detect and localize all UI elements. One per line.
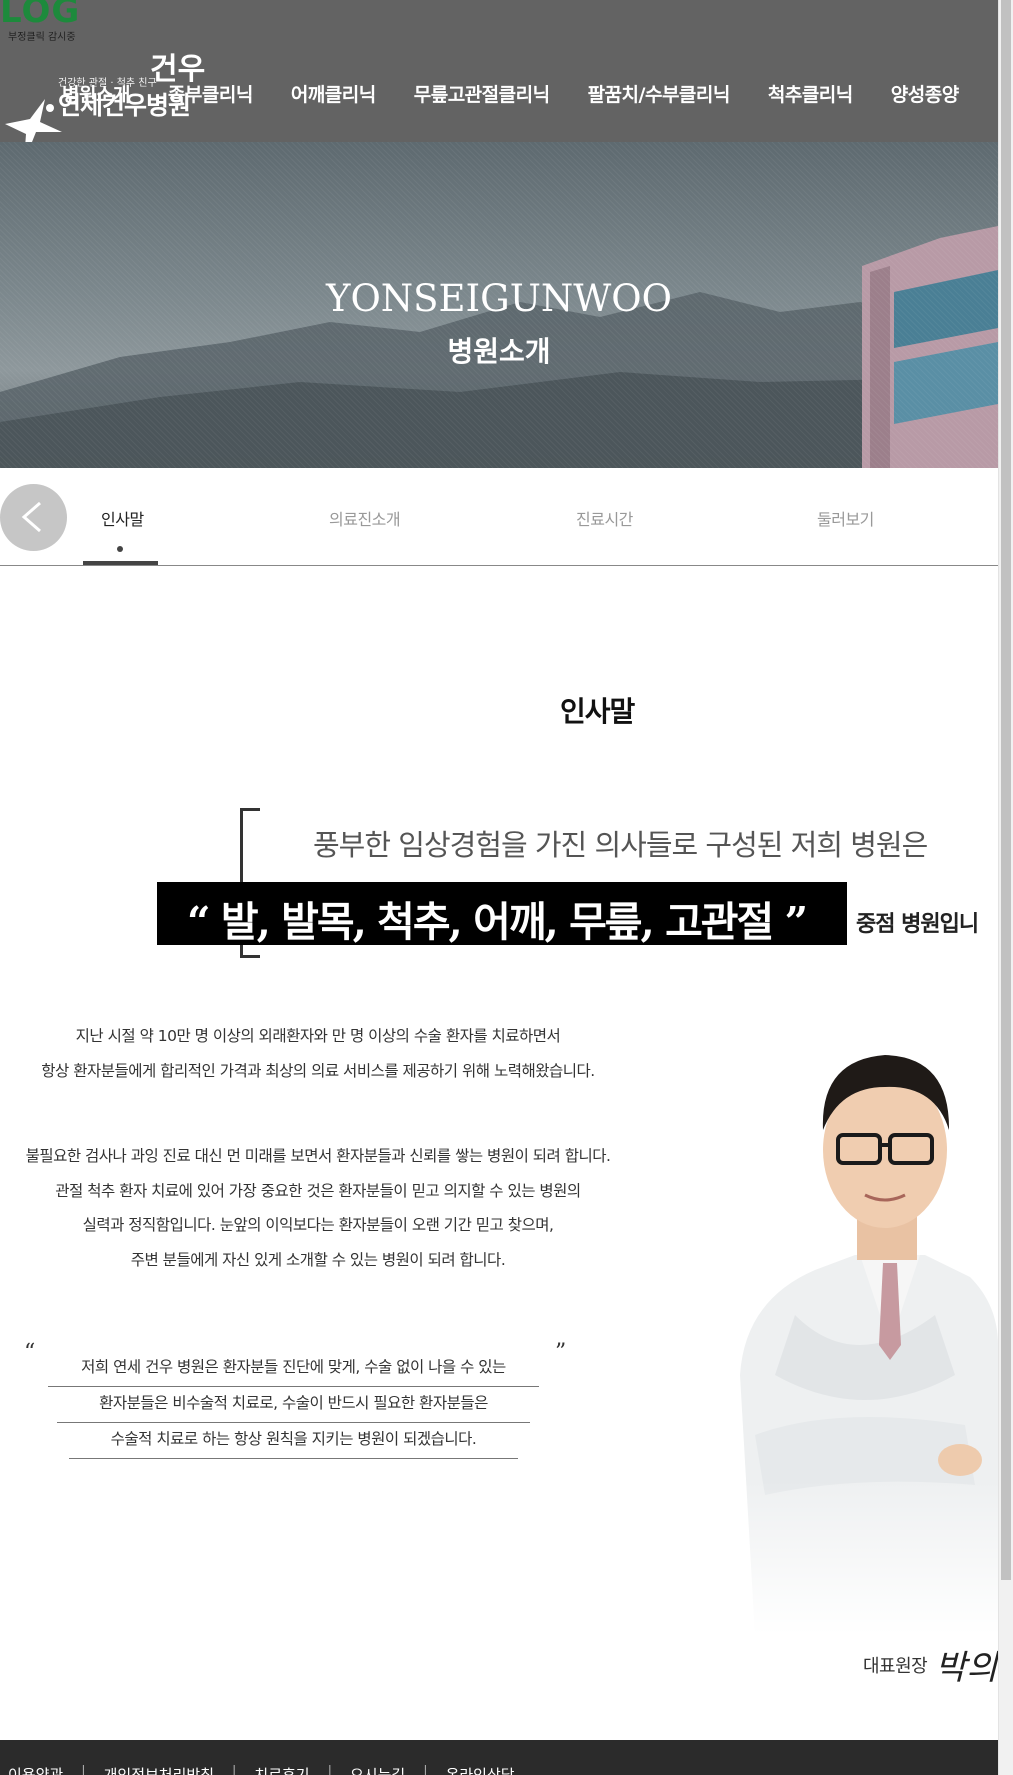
greeting-paragraph-1: 지난 시절 약 10만 명 이상의 외래환자와 만 명 이상의 수술 환자를 치… [0,1019,636,1088]
back-button[interactable] [0,484,67,551]
paragraph-line: 불필요한 검사나 과잉 진료 대신 먼 미래를 보면서 환자분들과 신뢰를 쌓는… [25,1147,611,1165]
paragraph-line: 관절 척추 환자 치료에 있어 가장 중요한 것은 환자분들이 믿고 의지할 수… [55,1181,581,1200]
tab-greeting[interactable]: 인사말 [101,506,144,530]
nav-item-foot-clinic[interactable]: 족부클리닉 [168,80,253,107]
hero-title: YONSEIGUNWOO [326,277,672,320]
footer-link-privacy[interactable]: 개인정보처리방침 [104,1764,214,1775]
paragraph-line: 항상 환자분들에게 합리적인 가격과 최상의 의료 서비스를 제공하기 위해 노… [41,1061,595,1080]
quote-highlight-text: “ 발, 발목, 척추, 어깨, 무릎, 고관절 ” [187,898,808,946]
site-header: LOG 부정클릭 감시중 건강한 관절 · 척추 친구 건우 연세건우병원 병원… [0,0,998,142]
closing-line: 저희 연세 건우 병원은 환자분들 진단에 맞게, 수술 없이 나을 수 있는 [48,1355,539,1387]
paragraph-line: 주변 분들에게 자신 있게 소개할 수 있는 병원이 되려 합니다. [130,1250,506,1269]
paragraph-line: 실력과 정직함입니다. 눈앞의 이익보다는 환자분들이 오랜 기간 믿고 찾으며… [82,1216,554,1234]
doctor-portrait [735,1015,998,1635]
nav-item-spine-clinic[interactable]: 척추클리닉 [768,80,853,107]
footer-links: 이용약관 | 개인정보처리방침 | 치료후기 | 오시는길 | 온라인상담 [8,1764,533,1775]
nav-item-shoulder-clinic[interactable]: 어깨클리닉 [291,80,376,107]
active-tab-underline [83,561,158,565]
scrollbar-thumb[interactable] [1001,0,1011,1580]
tab-tour[interactable]: 둘러보기 [817,506,874,530]
active-tab-dot [117,546,123,552]
tab-medical-staff[interactable]: 의료진소개 [329,506,401,530]
chevron-left-icon [21,501,41,533]
hero-banner: YONSEIGUNWOO 병원소개 [0,142,998,468]
closing-line: 수술적 치료로 하는 항상 원칙을 지키는 병원이 되겠습니다. [69,1427,518,1459]
greeting-paragraph-2: 불필요한 검사나 과잉 진료 대신 먼 미래를 보면서 환자분들과 신뢰를 쌓는… [0,1139,636,1277]
close-quote-mark: ” [555,1340,567,1365]
open-quote-mark: “ [24,1340,36,1365]
log-badge-caption: 부정클릭 감시중 [8,32,76,43]
quote-highlight-box: “ 발, 발목, 척추, 어깨, 무릎, 고관절 ” [157,882,847,946]
nav-item-knee-hip-clinic[interactable]: 무릎고관절클리닉 [414,80,550,107]
tab-hours[interactable]: 진료시간 [576,506,633,530]
footer-link-terms[interactable]: 이용약관 [8,1764,63,1775]
site-footer: 이용약관 | 개인정보처리방침 | 치료후기 | 오시는길 | 온라인상담 [0,1740,998,1775]
nav-item-tumor-clinic[interactable]: 양성종양 [891,80,959,107]
footer-link-reviews[interactable]: 치료후기 [254,1764,309,1775]
footer-separator: | [423,1764,428,1775]
footer-link-consult[interactable]: 온라인상담 [446,1764,515,1775]
section-title: 인사말 [560,695,635,728]
paragraph-line: 지난 시절 약 10만 명 이상의 외래환자와 만 명 이상의 수술 환자를 치… [75,1027,561,1045]
quote-tail-text: 중점 병원입니 [856,912,979,937]
nav-item-about[interactable]: 병원소개 [62,80,130,107]
footer-separator: | [81,1764,86,1775]
footer-separator: | [327,1764,332,1775]
quote-lead-line: 풍부한 임상경험을 가진 의사들로 구성된 저희 병원은 [313,828,928,862]
closing-line: 환자분들은 비수술적 치료로, 수술이 반드시 필요한 환자분들은 [57,1391,530,1423]
sub-tab-bar: 인사말 의료진소개 진료시간 둘러보기 [0,468,998,566]
signature-name: 박의 [935,1648,998,1688]
main-nav: 병원소개 족부클리닉 어깨클리닉 무릎고관절클리닉 팔꿈치/수부클리닉 척추클리… [62,80,997,107]
nav-item-elbow-hand-clinic[interactable]: 팔꿈치/수부클리닉 [588,80,731,107]
page-scrollbar[interactable] [998,0,1013,1775]
signature-role: 대표원장 [863,1656,928,1677]
footer-separator: | [232,1764,237,1775]
hero-subtitle: 병원소개 [447,335,551,368]
doctor-photo [735,1015,998,1635]
log-badge: LOG [0,0,81,31]
footer-link-directions[interactable]: 오시는길 [350,1764,405,1775]
